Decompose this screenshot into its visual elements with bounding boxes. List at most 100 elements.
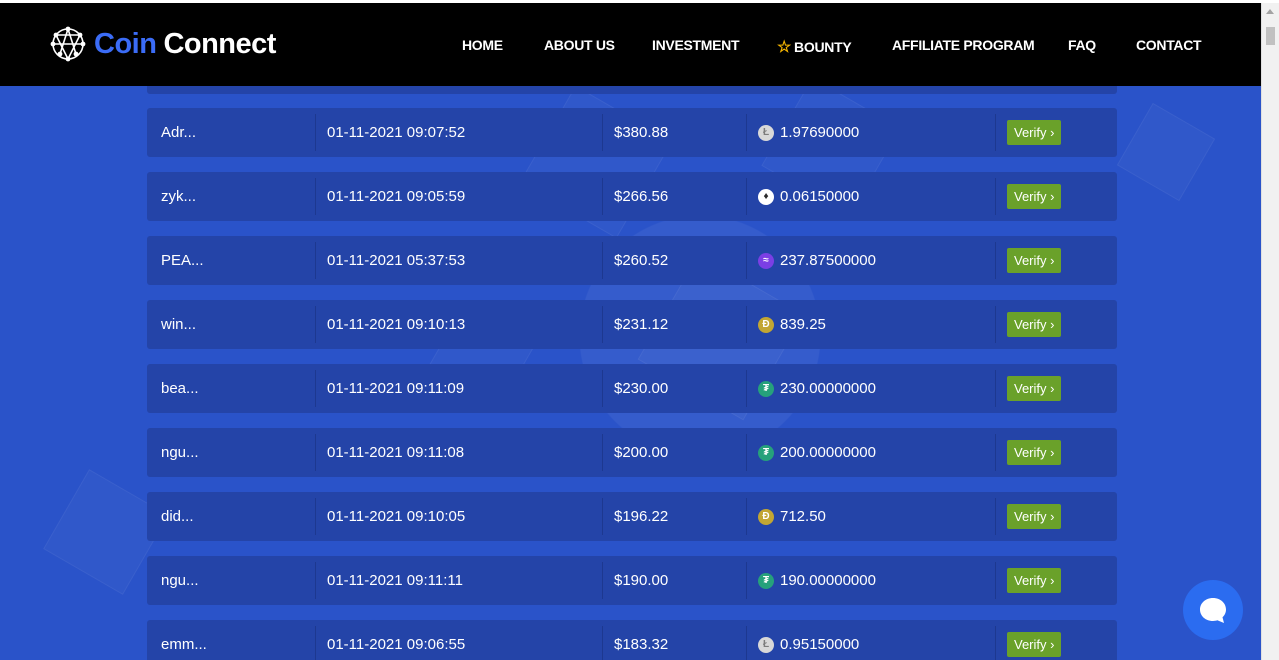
verify-button[interactable]: Verify › [1007, 568, 1062, 593]
verify-button[interactable]: Verify › [1007, 504, 1062, 529]
coin-amount: 190.00000000 [780, 572, 876, 589]
brand-logo[interactable]: Coin Connect [48, 23, 276, 65]
tether-icon: ₮ [758, 380, 774, 397]
verify-button[interactable]: Verify › [1007, 120, 1062, 145]
brand-name-part2: Connect [163, 27, 276, 60]
user-name: PEA... [161, 252, 204, 269]
coin-amount-cell: ₮ 190.00000000 [746, 562, 876, 599]
coin-amount: 237.87500000 [780, 252, 876, 269]
stellar-icon: ≈ [758, 252, 774, 269]
verify-button[interactable]: Verify › [1007, 248, 1062, 273]
table-row: PEA... 01-11-2021 05:37:53 $260.52 ≈237.875… [147, 236, 1117, 285]
transaction-date: 01-11-2021 09:06:55 [315, 626, 465, 660]
table-row: win... 01-11-2021 09:10:13 $231.12 Ð 839.25 V… [147, 300, 1117, 349]
usd-amount: $183.32 [602, 626, 668, 660]
dogecoin-icon: Ð [758, 316, 774, 333]
transaction-date: 01-11-2021 09:11:09 [315, 370, 464, 407]
verify-cell: Verify › [995, 562, 1062, 599]
verify-button[interactable]: Verify › [1007, 376, 1062, 401]
scroll-up-arrow-icon[interactable] [1266, 9, 1274, 14]
coin-amount-cell: ₮ 200.00000000 [746, 434, 876, 471]
coin-amount-cell: ≈237.87500000 [746, 242, 876, 279]
nav-contact[interactable]: CONTACT [1136, 37, 1202, 53]
usd-amount: $260.52 [602, 242, 668, 279]
coin-amount-cell: ₮ 230.00000000 [746, 370, 876, 407]
coin-amount-cell: Ð 712.50 [746, 498, 826, 535]
user-name: ngu... [161, 572, 199, 589]
verify-button[interactable]: Verify › [1007, 184, 1062, 209]
nav-bounty[interactable]: ☆ BOUNTY [777, 37, 852, 57]
verify-button[interactable]: Verify › [1007, 632, 1062, 657]
coin-amount: 839.25 [780, 316, 826, 333]
user-name: win... [161, 316, 197, 333]
brand-name: Coin Connect [94, 28, 276, 61]
verify-cell: Verify › [995, 114, 1062, 151]
tether-icon: ₮ [758, 572, 774, 589]
site-header: Coin Connect HOME ABOUT US INVESTMENT ☆ BO… [0, 3, 1262, 86]
coin-amount: 1.97690000 [780, 124, 860, 141]
verify-cell: Verify › [995, 434, 1062, 471]
transaction-date: 01-11-2021 09:10:13 [315, 306, 465, 343]
usd-amount: $380.88 [602, 114, 668, 151]
table-row: ngu... 01-11-2021 09:11:08 $200.00 ₮ 200.000… [147, 428, 1117, 477]
transaction-date: 01-11-2021 05:37:53 [315, 242, 465, 279]
table-row: bea... 01-11-2021 09:11:09 $230.00 ₮ 230.000… [147, 364, 1117, 413]
coin-amount: 200.00000000 [780, 444, 876, 461]
coin-amount: 230.00000000 [780, 380, 876, 397]
nav-about-us[interactable]: ABOUT US [544, 37, 615, 53]
verify-cell: Verify › [995, 306, 1062, 343]
user-name: ngu... [161, 444, 199, 461]
user-name: bea... [161, 380, 199, 397]
verify-cell: Verify › [995, 370, 1062, 407]
usd-amount: $266.56 [602, 178, 668, 215]
transaction-date: 01-11-2021 09:07:52 [315, 114, 465, 151]
usd-amount: $230.00 [602, 370, 668, 407]
dogecoin-icon: Ð [758, 508, 774, 525]
user-name: did... [161, 508, 194, 525]
usd-amount: $196.22 [602, 498, 668, 535]
coin-amount-cell: Ł 1.97690000 [746, 114, 859, 151]
litecoin-icon: Ł [758, 124, 774, 141]
user-name: emm... [161, 636, 207, 653]
nav-bounty-label: BOUNTY [794, 39, 852, 55]
coin-amount: 0.06150000 [780, 188, 860, 205]
verify-button[interactable]: Verify › [1007, 440, 1062, 465]
table-row: Adr... 01-11-2021 09:07:52 $380.88 Ł 1.97690… [147, 108, 1117, 157]
coin-amount-cell: Ł 0.95150000 [746, 626, 859, 660]
transaction-date: 01-11-2021 09:10:05 [315, 498, 465, 535]
page-scrollbar[interactable] [1261, 3, 1279, 660]
verify-cell: Verify › [995, 626, 1062, 660]
scrollbar-thumb[interactable] [1266, 27, 1275, 45]
ethereum-icon: ♦ [758, 188, 774, 205]
table-row: emm... 01-11-2021 09:06:55 $183.32 Ł 0.95150… [147, 620, 1117, 660]
verify-cell: Verify › [995, 498, 1062, 535]
verify-button[interactable]: Verify › [1007, 312, 1062, 337]
star-icon: ☆ [777, 39, 792, 56]
table-row: zyk... 01-11-2021 09:05:59 $266.56 ♦ 0.06150… [147, 172, 1117, 221]
transaction-date: 01-11-2021 09:11:11 [315, 562, 463, 599]
coin-amount: 712.50 [780, 508, 826, 525]
background-cube [1116, 102, 1216, 202]
nav-faq[interactable]: FAQ [1068, 37, 1096, 53]
user-name: zyk... [161, 188, 197, 205]
verify-cell: Verify › [995, 242, 1062, 279]
table-row-partial [147, 86, 1117, 94]
litecoin-icon: Ł [758, 636, 774, 653]
tether-icon: ₮ [758, 444, 774, 461]
nav-investment[interactable]: INVESTMENT [652, 37, 740, 53]
verify-cell: Verify › [995, 178, 1062, 215]
coin-amount-cell: ♦ 0.06150000 [746, 178, 859, 215]
usd-amount: $231.12 [602, 306, 668, 343]
usd-amount: $200.00 [602, 434, 668, 471]
transaction-date: 01-11-2021 09:05:59 [315, 178, 465, 215]
live-chat-button[interactable] [1183, 580, 1243, 640]
coin-amount: 0.95150000 [780, 636, 860, 653]
brand-name-part1: Coin [94, 27, 157, 60]
transactions-section: Adr... 01-11-2021 09:07:52 $380.88 Ł 1.97690… [0, 86, 1262, 660]
user-name: Adr... [161, 124, 197, 141]
nav-affiliate-program[interactable]: AFFILIATE PROGRAM [892, 37, 1035, 53]
nav-home[interactable]: HOME [462, 37, 503, 53]
table-row: ngu... 01-11-2021 09:11:11 $190.00 ₮ 190.000… [147, 556, 1117, 605]
table-row: did... 01-11-2021 09:10:05 $196.22 Ð 712.50 V… [147, 492, 1117, 541]
transaction-date: 01-11-2021 09:11:08 [315, 434, 464, 471]
